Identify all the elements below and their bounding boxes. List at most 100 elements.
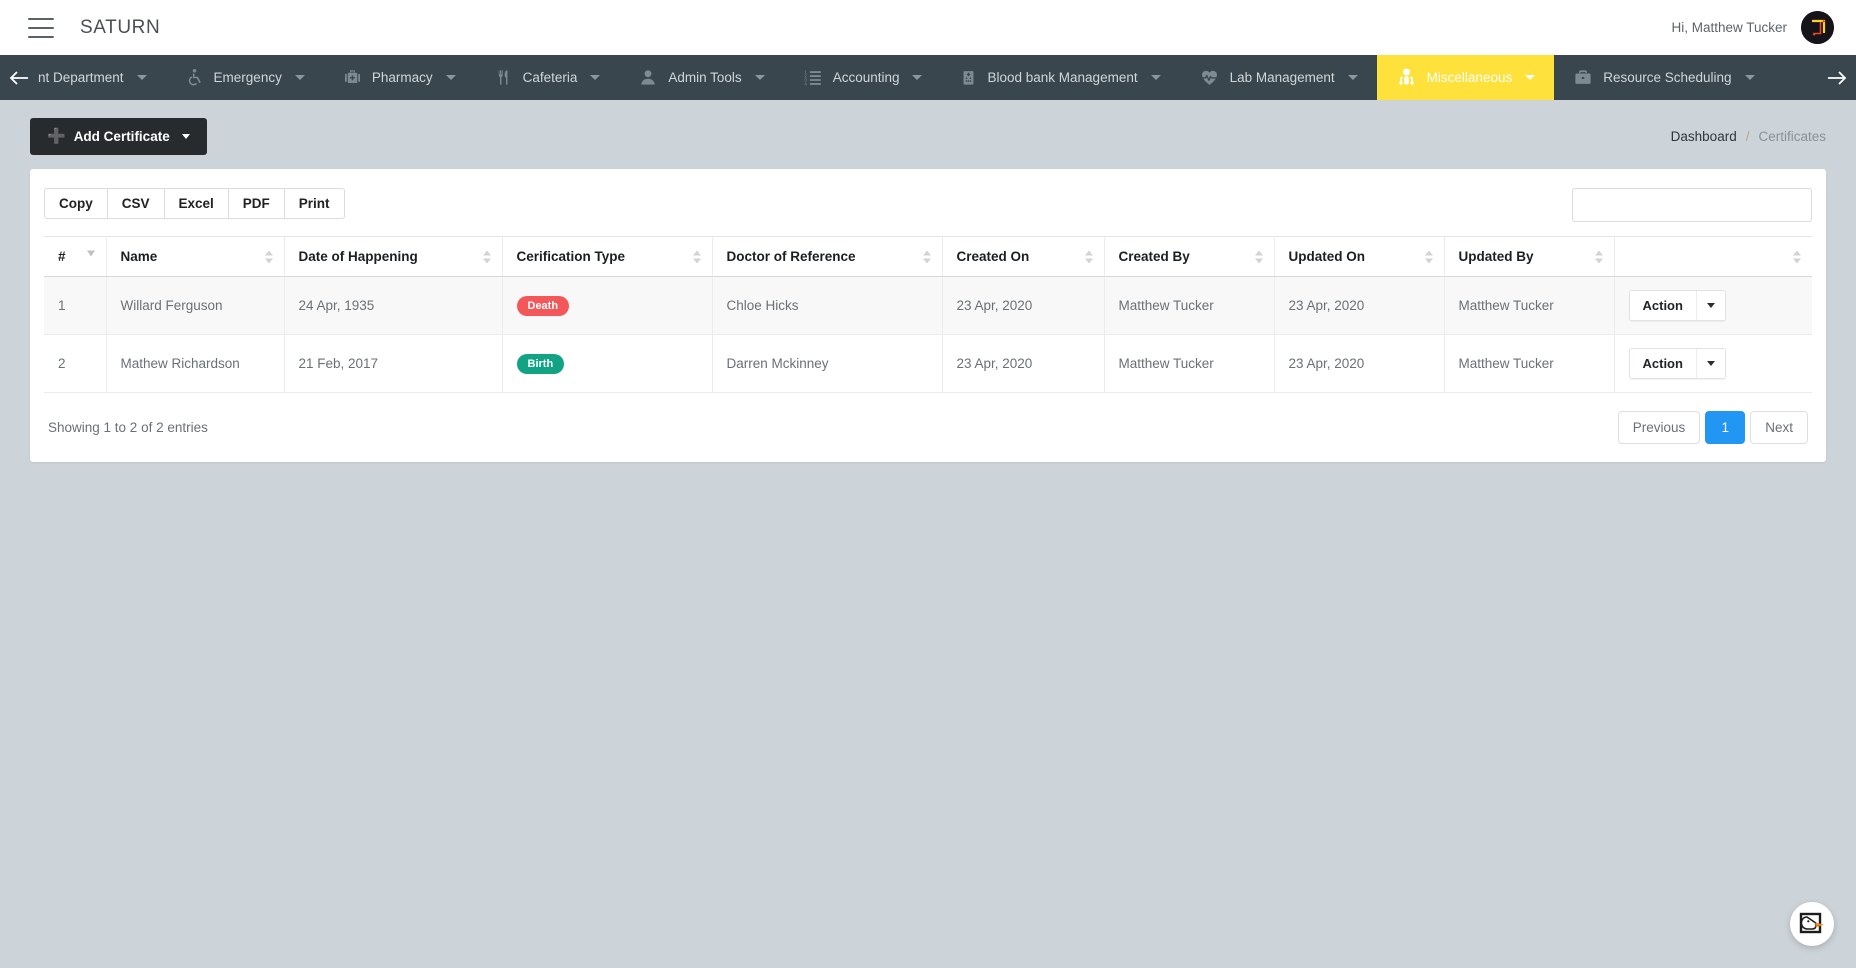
pagination-page-1[interactable]: 1	[1705, 411, 1746, 444]
cell-index: 2	[44, 334, 107, 393]
medkit-icon	[343, 68, 362, 87]
plus-icon: ➕	[47, 128, 66, 145]
nav-item-label: Blood bank Management	[987, 70, 1138, 85]
header-right-group: Hi, Matthew Tucker	[1671, 11, 1834, 44]
search-input[interactable]	[1572, 188, 1812, 222]
pdf-button[interactable]: PDF	[227, 188, 285, 219]
col-certification-type[interactable]: Cerification Type	[502, 236, 713, 277]
nav-scroll-left-icon[interactable]	[0, 55, 38, 100]
cell-doctor-of-reference: Darren Mckinney	[712, 334, 943, 393]
nav-item-cafeteria[interactable]: Cafeteria	[475, 55, 620, 100]
nav-item-blood-bank-management[interactable]: Blood bank Management	[941, 55, 1179, 100]
sort-icon	[482, 250, 492, 263]
add-certificate-label: Add Certificate	[73, 129, 170, 144]
cell-certification-type: Birth	[502, 334, 713, 393]
action-button-label[interactable]: Action	[1629, 291, 1696, 320]
certificates-table: # Name Date of Happening Cerification Ty…	[44, 236, 1812, 393]
pagination-next[interactable]: Next	[1750, 411, 1808, 444]
nav-item-inpatient-department[interactable]: nt Department	[38, 55, 166, 100]
add-certificate-button[interactable]: ➕ Add Certificate	[30, 118, 207, 155]
table-row[interactable]: 1 Willard Ferguson 24 Apr, 1935 Death Ch…	[44, 276, 1812, 335]
col-index-label: #	[58, 249, 66, 264]
col-name-label: Name	[120, 249, 158, 264]
nav-item-admin-tools[interactable]: Admin Tools	[619, 55, 783, 100]
chevron-down-icon	[1706, 361, 1715, 366]
sort-desc-icon	[86, 250, 96, 263]
col-index[interactable]: #	[44, 236, 107, 277]
hamburger-icon[interactable]	[28, 17, 54, 38]
nav-item-miscellaneous[interactable]: Miscellaneous Notices Feedback & Ratings…	[1376, 55, 1555, 100]
col-created-on-label: Created On	[956, 249, 1030, 264]
breadcrumb-dashboard[interactable]: Dashboard	[1671, 129, 1737, 144]
excel-button[interactable]: Excel	[163, 188, 229, 219]
csv-button[interactable]: CSV	[106, 188, 165, 219]
chevron-down-icon	[912, 75, 923, 80]
sort-icon	[264, 250, 274, 263]
action-dropdown-toggle[interactable]	[1695, 291, 1725, 320]
table-body: 1 Willard Ferguson 24 Apr, 1935 Death Ch…	[44, 276, 1812, 393]
datatable-footer: Showing 1 to 2 of 2 entries Previous 1 N…	[44, 393, 1812, 448]
nav-item-label: Resource Scheduling	[1603, 70, 1732, 85]
nav-item-label: Pharmacy	[371, 70, 433, 85]
table-row[interactable]: 2 Mathew Richardson 21 Feb, 2017 Birth D…	[44, 334, 1812, 393]
col-created-by[interactable]: Created By	[1104, 236, 1275, 277]
svg-text:4: 4	[804, 81, 807, 87]
chevron-down-icon	[1525, 75, 1536, 80]
action-dropdown-toggle[interactable]	[1695, 349, 1725, 378]
export-button-group: Copy CSV Excel PDF Print	[44, 188, 345, 219]
nav-item-lab-management[interactable]: Lab Management	[1180, 55, 1377, 100]
user-icon	[638, 68, 658, 87]
action-button-label[interactable]: Action	[1629, 349, 1696, 378]
sort-icon	[1793, 250, 1802, 263]
col-doctor-of-reference[interactable]: Doctor of Reference	[712, 236, 943, 277]
chevron-down-icon	[754, 75, 765, 80]
action-split-button[interactable]: Action	[1628, 348, 1726, 379]
status-badge: Death	[516, 295, 570, 316]
sort-icon	[922, 250, 932, 263]
chevron-down-icon	[445, 75, 456, 80]
bird-widget-icon	[1799, 912, 1824, 934]
pagination-previous[interactable]: Previous	[1617, 411, 1701, 444]
status-badge: Birth	[516, 353, 565, 374]
nav-item-label: Miscellaneous	[1426, 70, 1513, 85]
cell-updated-by: Matthew Tucker	[1444, 334, 1615, 393]
breadcrumb: Dashboard / Certificates	[1671, 129, 1826, 144]
chat-widget-button[interactable]	[1790, 902, 1834, 946]
breadcrumb-current: Certificates	[1758, 129, 1826, 144]
col-created-on[interactable]: Created On	[942, 236, 1105, 277]
app-header: SATURN Hi, Matthew Tucker	[0, 0, 1856, 55]
action-split-button[interactable]: Action	[1628, 290, 1726, 321]
nav-item-label: Accounting	[832, 70, 900, 85]
col-name[interactable]: Name	[106, 236, 285, 277]
nav-item-resource-scheduling[interactable]: Resource Scheduling	[1554, 55, 1773, 100]
col-date-of-happening-label: Date of Happening	[298, 249, 418, 264]
cell-name: Mathew Richardson	[106, 334, 285, 393]
hospital-icon	[960, 68, 977, 87]
sort-icon	[692, 250, 702, 263]
nav-scroll-right-icon[interactable]	[1818, 55, 1856, 100]
copy-button[interactable]: Copy	[44, 188, 108, 219]
nav-item-label: Emergency	[213, 70, 282, 85]
nav-item-label: Cafeteria	[522, 70, 578, 85]
arrow-right-icon	[1828, 70, 1847, 85]
col-actions[interactable]	[1614, 236, 1812, 277]
nav-item-pharmacy[interactable]: Pharmacy	[324, 55, 475, 100]
sort-icon	[1084, 250, 1094, 263]
table-header-row: # Name Date of Happening Cerification Ty…	[44, 236, 1812, 277]
nav-item-emergency[interactable]: Emergency	[166, 55, 324, 100]
nav-item-label: Lab Management	[1229, 70, 1335, 85]
col-doctor-of-reference-label: Doctor of Reference	[726, 249, 856, 264]
chevron-down-icon	[294, 75, 305, 80]
cell-date-of-happening: 24 Apr, 1935	[284, 276, 503, 335]
app-brand-title: SATURN	[80, 16, 161, 38]
col-date-of-happening[interactable]: Date of Happening	[284, 236, 503, 277]
nav-item-accounting[interactable]: 1 2 3 4 Accounting	[784, 55, 942, 100]
avatar[interactable]	[1801, 11, 1834, 44]
breadcrumb-separator: /	[1745, 129, 1750, 144]
chevron-down-icon	[1347, 75, 1358, 80]
print-button[interactable]: Print	[283, 188, 345, 219]
list-ol-icon: 1 2 3 4	[803, 68, 823, 87]
doctor-icon	[1396, 67, 1417, 88]
col-updated-by[interactable]: Updated By	[1444, 236, 1615, 277]
col-updated-on[interactable]: Updated On	[1274, 236, 1445, 277]
